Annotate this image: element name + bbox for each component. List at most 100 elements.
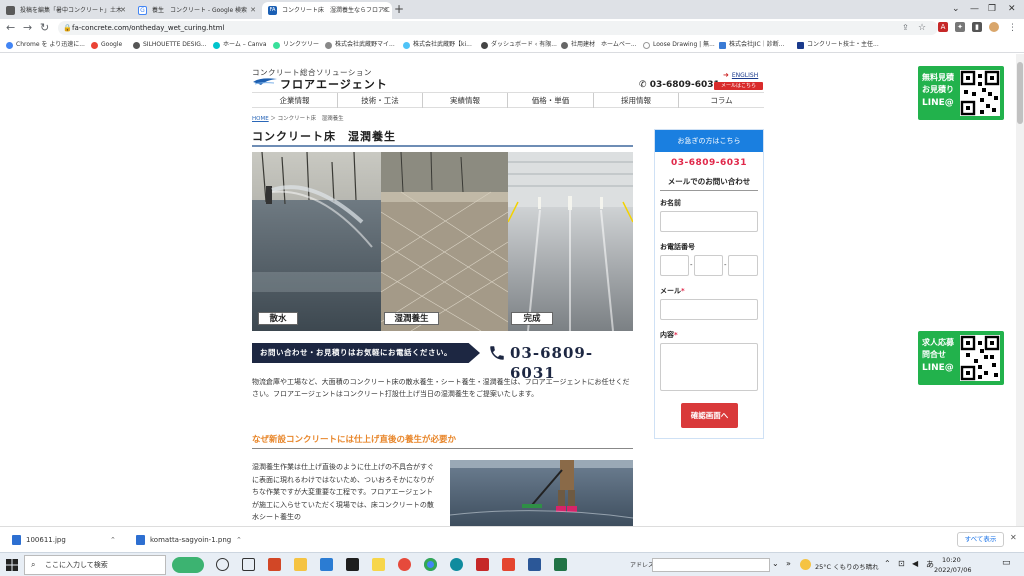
nav-results[interactable]: 実績情報 (422, 93, 507, 108)
edge-icon[interactable] (450, 558, 463, 571)
clock-date[interactable]: 2022/07/06 (934, 566, 971, 574)
header-phone[interactable]: ✆ 03-6809-6031 (639, 80, 720, 90)
name-field[interactable] (660, 211, 758, 232)
profile-avatar[interactable] (989, 22, 999, 32)
weather-text[interactable]: 25°C くもりのち晴れ (815, 561, 879, 571)
tab-title: 養生 コンクリート - Google 検索 (152, 7, 248, 14)
extensions-puzzle-icon[interactable]: ✦ (955, 22, 965, 32)
line-estimate-widget[interactable]: 無料見積 お見積り LINE@ (918, 66, 1004, 120)
close-tab-icon[interactable]: ✕ (382, 2, 388, 19)
line-recruit-widget[interactable]: 求人応募 問合せ LINE@ (918, 331, 1004, 385)
content-textarea[interactable] (660, 343, 758, 391)
bookmark-item[interactable]: コンクリート技士・主任... (797, 39, 879, 51)
download-item[interactable]: 100611.jpg ⌃ (12, 533, 116, 547)
volume-icon[interactable]: ◀ (912, 559, 918, 568)
bookmark-item[interactable]: 株式会社JIC｜診断... (719, 39, 784, 51)
tray-arrow-icon[interactable]: ⌃ (884, 559, 891, 568)
close-tab-icon[interactable]: ✕ (120, 2, 126, 19)
email-field[interactable] (660, 299, 758, 320)
address-dropdown-icon[interactable]: ⌄ (772, 559, 779, 568)
bookmark-item[interactable]: 株式会社武蔵野【ki... (403, 39, 472, 51)
banner-text: お問い合わせ・お見積りはお気軽にお電話ください。 (252, 343, 480, 363)
mail-icon[interactable] (320, 558, 333, 571)
chrome-icon[interactable] (424, 558, 437, 571)
side-panel-icon[interactable]: ▮ (972, 22, 982, 32)
bookmark-item[interactable]: ホーム – Canva (213, 39, 267, 51)
tel-field-1[interactable] (660, 255, 689, 276)
scrollbar-track[interactable] (1016, 54, 1024, 526)
tab-google-search[interactable]: G 養生 コンクリート - Google 検索 ✕ (132, 2, 260, 19)
phone-contact-banner[interactable]: お問い合わせ・お見積りはお気軽にお電話ください。 03-6809-6031 (252, 343, 633, 382)
address-toolbar-input[interactable] (652, 558, 770, 572)
app-icon[interactable] (346, 558, 359, 571)
tel-field-2[interactable] (694, 255, 723, 276)
nav-company[interactable]: 企業情報 (252, 93, 337, 108)
english-link[interactable]: ENGLISH (723, 71, 758, 79)
widgets-icon[interactable] (172, 557, 204, 573)
address-bar[interactable]: 🔒 fa-concrete.com/ontheday_wet_curing.ht… (58, 21, 938, 35)
chevron-double-right-icon[interactable]: » (786, 559, 791, 568)
bookmark-item[interactable]: ダッシュボード ‹ 有限... (481, 39, 557, 51)
maximize-icon[interactable]: ❐ (988, 0, 996, 19)
taskbar-search-input[interactable]: ⌕ ここに入力して検索 (24, 555, 166, 575)
bookmark-item[interactable]: リンクツリー (273, 39, 319, 51)
notification-icon[interactable]: ▭ (1002, 558, 1011, 568)
menu-kebab-icon[interactable]: ⋮ (1008, 21, 1017, 35)
cortana-icon[interactable] (216, 558, 229, 571)
new-tab-button[interactable]: + (394, 1, 404, 18)
acrobat-reader-icon[interactable] (502, 558, 515, 571)
breadcrumb-home[interactable]: HOME (252, 116, 269, 122)
forward-icon[interactable]: → (23, 21, 32, 35)
chevron-up-icon[interactable]: ⌃ (110, 533, 116, 547)
bookmark-item[interactable]: 株式会社武蔵野マイ... (325, 39, 395, 51)
clock-time[interactable]: 10:20 (942, 556, 961, 564)
file-explorer-icon[interactable] (294, 558, 307, 571)
tab-edit-post[interactable]: 投稿を編集「暑中コンクリート」土木 ✕ (0, 2, 130, 19)
line-widget-text: 無料見積 (922, 73, 954, 82)
tel-field-3[interactable] (728, 255, 758, 276)
bookmark-item[interactable]: 社用建材 ホームペー... (561, 39, 637, 51)
logo-wing-icon[interactable] (252, 76, 278, 87)
download-filename: komatta-sagyoin-1.png (150, 536, 232, 544)
excel-icon[interactable] (554, 558, 567, 571)
sidebar-phone[interactable]: 03-6809-6031 (655, 158, 763, 168)
tab-search-icon[interactable]: ⌄ (952, 0, 960, 19)
image-file-icon (136, 535, 145, 545)
network-icon[interactable]: ⊡ (898, 559, 905, 568)
ime-icon[interactable]: あ (926, 559, 934, 570)
bookmark-item[interactable]: Loose Drawing | 無... (643, 39, 715, 51)
close-window-icon[interactable]: ✕ (1008, 0, 1016, 19)
minimize-icon[interactable]: — (970, 0, 979, 19)
app-icon[interactable] (398, 558, 411, 571)
share-icon[interactable]: ⇪ (902, 21, 909, 35)
tab-active-floor-agent[interactable]: FA コンクリート床 湿潤養生ならフロアエ ✕ (262, 2, 392, 19)
nav-technology[interactable]: 技術・工法 (337, 93, 422, 108)
windows-start-icon[interactable] (6, 559, 18, 571)
bookmark-item[interactable]: Chrome を より迅速に... (6, 39, 85, 51)
close-tab-icon[interactable]: ✕ (250, 2, 256, 19)
download-item[interactable]: komatta-sagyoin-1.png ⌃ (136, 533, 242, 547)
global-nav: 企業情報 技術・工法 実績情報 価格・単価 採用情報 コラム (252, 92, 764, 108)
powerpoint-icon[interactable] (268, 558, 281, 571)
bookmark-star-icon[interactable]: ☆ (918, 21, 926, 35)
mail-button[interactable]: メールはこちら (714, 82, 763, 90)
bookmark-item[interactable]: SILHOUETTE DESIG... (133, 39, 207, 51)
acrobat-icon[interactable] (476, 558, 489, 571)
bookmark-item[interactable]: Google (91, 39, 122, 51)
word-icon[interactable] (528, 558, 541, 571)
show-all-downloads-button[interactable]: すべて表示 (957, 532, 1004, 547)
nav-recruit[interactable]: 採用情報 (593, 93, 678, 108)
confirm-button[interactable]: 確認画面へ (681, 403, 738, 428)
reload-icon[interactable]: ↻ (40, 21, 49, 35)
sticky-notes-icon[interactable] (372, 558, 385, 571)
logo-wordmark[interactable]: フロアエージェント (280, 76, 388, 92)
nav-pricing[interactable]: 価格・単価 (507, 93, 593, 108)
close-downloads-icon[interactable]: ✕ (1010, 533, 1017, 542)
back-icon[interactable]: ← (6, 21, 15, 35)
line-widget-text: 求人応募 (922, 338, 954, 347)
task-view-icon[interactable] (242, 558, 255, 571)
nav-column[interactable]: コラム (678, 93, 764, 108)
scrollbar-thumb[interactable] (1017, 62, 1023, 124)
chevron-up-icon[interactable]: ⌃ (236, 533, 242, 547)
pdf-extension-icon[interactable]: A (938, 22, 948, 32)
